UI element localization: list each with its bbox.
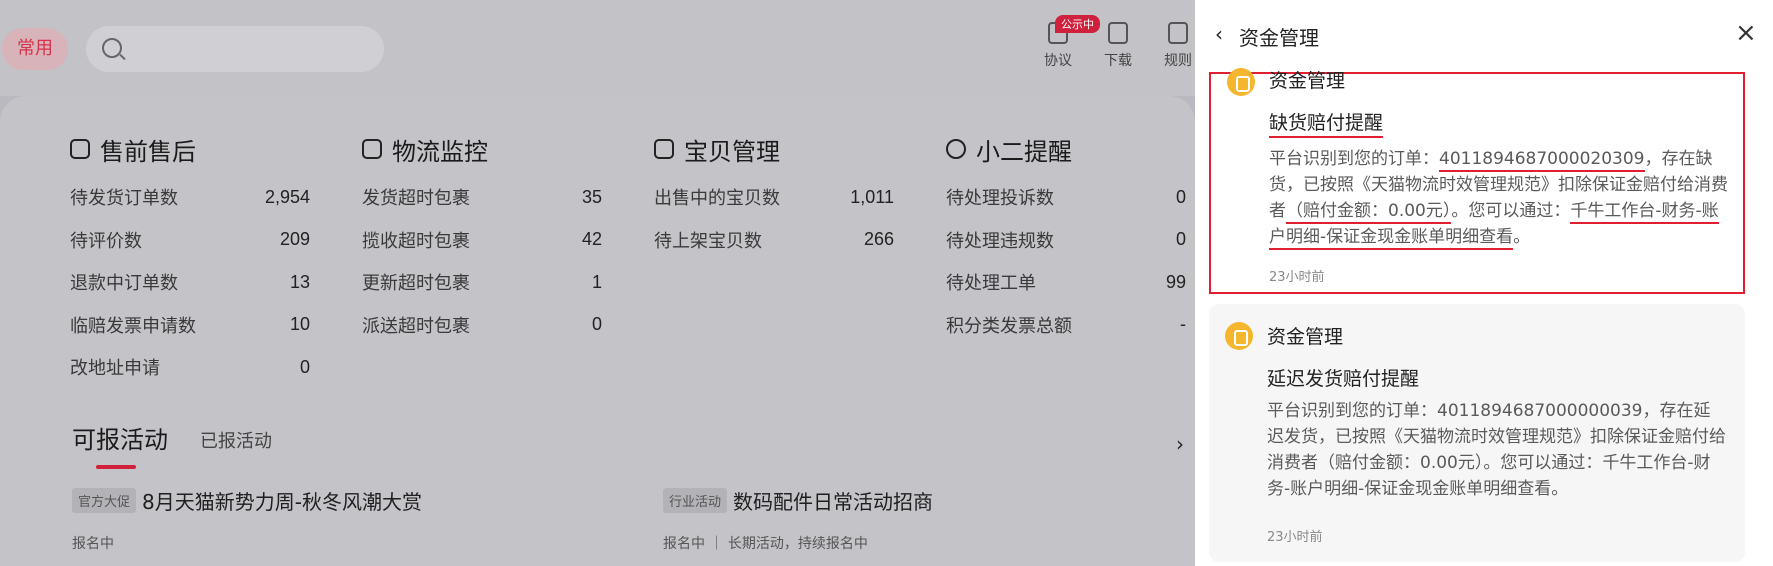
section-title: 物流监控 [362,132,602,166]
metric-row[interactable]: 出售中的宝贝数 1,011 [654,176,894,219]
notification-card[interactable]: 资金管理 缺货赔付提醒 平台识别到您的订单：401189468700002030… [1209,68,1745,294]
metric-row[interactable]: 揽收超时包裹 42 [362,219,602,262]
store-icon [654,139,674,159]
metric-row[interactable]: 待处理投诉数 0 [946,176,1186,219]
download-icon [1108,22,1128,44]
activity-tag: 行业活动 [663,488,728,513]
order-icon [70,139,90,159]
notification-source: 资金管理 [1267,326,1344,348]
section-title: 宝贝管理 [654,132,894,166]
rules-label: 规则 [1164,53,1192,69]
agreement-label: 协议 [1044,53,1072,69]
metric-row[interactable]: 发货超时包裹 35 [362,176,602,219]
metric-row[interactable]: 改地址申请 0 [70,346,310,389]
tab-registered-activities[interactable]: 已报活动 [200,427,272,453]
metric-row[interactable]: 更新超时包裹 1 [362,261,602,304]
notification-heading: 缺货赔付提醒 [1269,108,1384,138]
download-label: 下载 [1104,53,1132,69]
notification-source: 资金管理 [1269,70,1346,92]
section-items: 宝贝管理 出售中的宝贝数 1,011 待上架宝贝数 266 [654,132,894,261]
notification-body: 平台识别到您的订单：4011894687000000039，存在延迟发货，已按照… [1267,401,1726,499]
section-reminders: 小二提醒 待处理投诉数 0 待处理违规数 0 待处理工单 99 积分类发票总额 - [946,132,1186,346]
activity-status: 报名中 [72,536,114,552]
rules-icon [1168,22,1188,44]
section-logistics: 物流监控 发货超时包裹 35 揽收超时包裹 42 更新超时包裹 1 派送超时包裹 0 [362,132,602,346]
panel-title: 资金管理 [1239,26,1319,50]
metric-row[interactable]: 待处理工单 99 [946,261,1186,304]
section-title: 售前售后 [70,132,310,166]
panel-header: ‹ 资金管理 × [1195,0,1773,72]
notification-body: 平台识别到您的订单：4011894687000020309，存在缺货，已按照《天… [1269,146,1729,250]
activity-item[interactable]: 行业活动 数码配件日常活动招商 报名中 ｜ 长期活动，持续报名中 [663,486,933,553]
search-icon [102,38,122,58]
notification-heading: 延迟发货赔付提醒 [1267,368,1420,390]
order-number: 4011894687000020309 [1439,149,1645,172]
stopwatch-icon [946,139,966,159]
notification-time: 23小时前 [1269,270,1325,285]
fund-management-panel: ‹ 资金管理 × 资金管理 缺货赔付提醒 平台识别到您的订单：401189468… [1195,0,1773,566]
metric-row[interactable]: 待处理违规数 0 [946,219,1186,262]
chevron-right-icon[interactable]: › [1176,432,1184,456]
metric-row[interactable]: 待上架宝贝数 266 [654,219,894,262]
activity-name: 8月天猫新势力周-秋冬风潮大赏 [142,490,422,514]
metric-row[interactable]: 待评价数 209 [70,219,310,262]
activity-item[interactable]: 官方大促 8月天猫新势力周-秋冬风潮大赏 报名中 [72,486,422,553]
top-bar: 常用 协议 公示中 下载 规则 [0,0,1195,96]
activity-tabs: 可报活动 已报活动 [72,420,272,469]
search-input[interactable] [86,26,384,72]
metric-row[interactable]: 待发货订单数 2,954 [70,176,310,219]
section-title: 小二提醒 [946,132,1186,166]
truck-icon [362,139,382,159]
compensation-amount: （赔付金额：0.00元） [1286,201,1452,224]
tab-available-activities[interactable]: 可报活动 [72,420,168,469]
money-bag-icon [1225,322,1253,350]
metric-row[interactable]: 临赔发票申请数 10 [70,304,310,347]
money-bag-icon [1227,68,1255,96]
notification-time: 23小时前 [1267,530,1323,545]
activity-status: 报名中 ｜ 长期活动，持续报名中 [663,536,868,552]
metric-row[interactable]: 积分类发票总额 - [946,304,1186,347]
download-button[interactable]: 下载 [1093,22,1143,70]
metric-row[interactable]: 退款中订单数 13 [70,261,310,304]
close-icon[interactable]: × [1735,20,1757,46]
common-tab[interactable]: 常用 [2,28,68,70]
dashboard-content: 售前售后 待发货订单数 2,954 待评价数 209 退款中订单数 13 临赔发票申请… [0,96,1195,566]
notification-card[interactable]: 资金管理 延迟发货赔付提醒 平台识别到您的订单：4011894687000000… [1209,304,1745,562]
back-icon[interactable]: ‹ [1215,22,1223,46]
activity-tag: 官方大促 [72,488,137,513]
section-presale-aftersale: 售前售后 待发货订单数 2,954 待评价数 209 退款中订单数 13 临赔发票申请… [70,132,310,389]
metric-row[interactable]: 派送超时包裹 0 [362,304,602,347]
activity-name: 数码配件日常活动招商 [733,490,934,514]
